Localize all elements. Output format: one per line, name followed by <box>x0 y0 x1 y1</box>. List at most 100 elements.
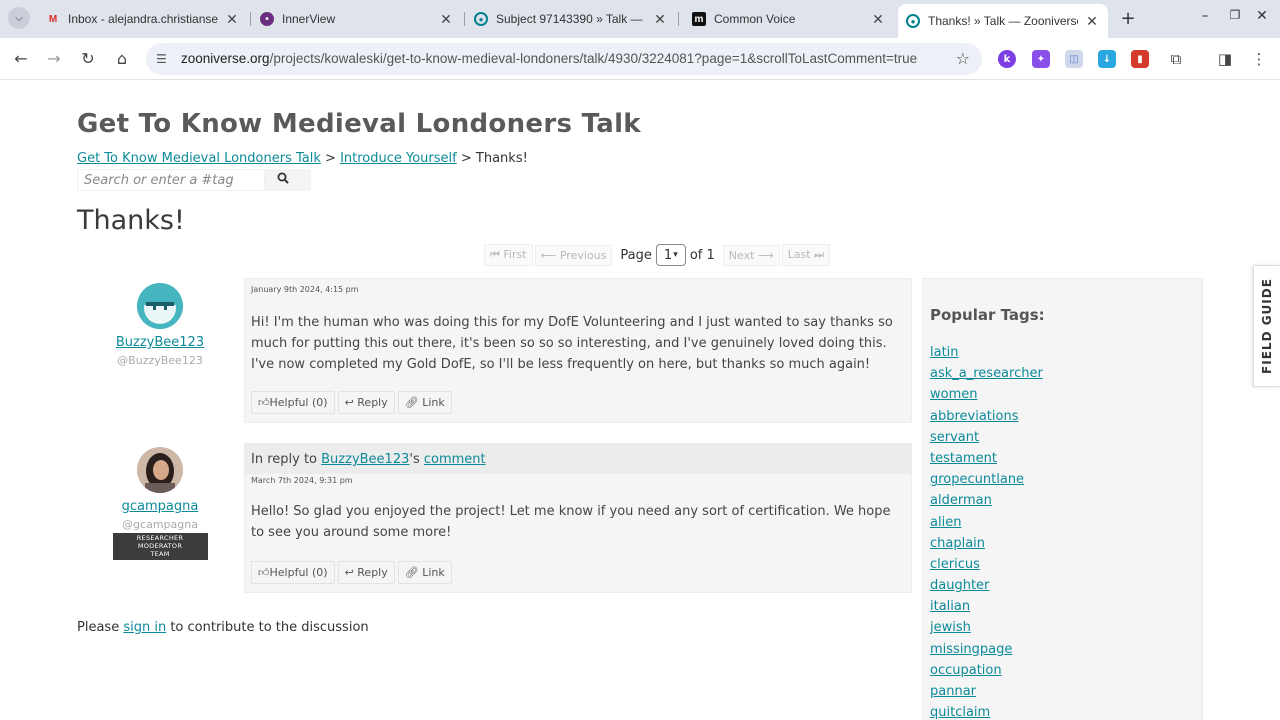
extension-book-icon[interactable]: ▮ <box>1131 50 1149 68</box>
list-item: gropecuntlane <box>930 472 1043 493</box>
avatar[interactable] <box>137 283 183 329</box>
popular-tags-title: Popular Tags: <box>930 306 1045 324</box>
list-item: testament <box>930 451 1043 472</box>
list-item: alderman <box>930 493 1043 514</box>
back-icon[interactable]: ← <box>10 48 32 70</box>
forward-icon[interactable]: → <box>43 48 65 70</box>
address-bar[interactable]: ☰ zooniverse.org/projects/kowaleski/get-… <box>146 43 982 75</box>
tag-link[interactable]: missingpage <box>930 642 1012 657</box>
tag-link[interactable]: quitclaim <box>930 705 990 720</box>
page-content: Get To Know Medieval Londoners Talk Get … <box>0 81 1280 720</box>
page-select[interactable]: 1 ▾ <box>655 244 686 266</box>
restore-icon[interactable]: ❐ <box>1225 8 1245 22</box>
tag-link[interactable]: ask_a_researcher <box>930 366 1043 381</box>
last-icon: ⏭ <box>814 248 825 261</box>
tag-link[interactable]: abbreviations <box>930 409 1018 424</box>
extensions-puzzle-icon[interactable]: ⧉ <box>1166 49 1186 69</box>
comment: In reply to BuzzyBee123's comment March … <box>244 443 912 593</box>
tab-innerview[interactable]: • InnerView ✕ <box>252 6 462 32</box>
list-item: chaplain <box>930 536 1043 557</box>
more-menu-icon[interactable]: ⋮ <box>1249 49 1269 69</box>
gmail-icon: M <box>48 13 58 25</box>
username-link[interactable]: BuzzyBee123 <box>75 335 245 350</box>
previous-page-button[interactable]: ⟵ Previous <box>534 244 613 266</box>
signin-prompt: Please sign in to contribute to the disc… <box>77 620 369 635</box>
tag-link[interactable]: clericus <box>930 557 980 572</box>
list-item: ask_a_researcher <box>930 366 1043 387</box>
list-item: alien <box>930 515 1043 536</box>
comment-body: Hello! So glad you enjoyed the project! … <box>251 504 891 540</box>
tab-thanks-active[interactable]: ● Thanks! » Talk — Zooniverse ✕ <box>898 4 1108 38</box>
list-item: women <box>930 387 1043 408</box>
reply-user-link[interactable]: BuzzyBee123 <box>321 452 409 467</box>
reply-button[interactable]: ↩ Reply <box>337 561 395 584</box>
tab-search-button[interactable]: ⌵ <box>8 7 30 29</box>
chevron-down-icon: ▾ <box>673 250 678 260</box>
common-voice-icon: m <box>692 12 706 26</box>
user-handle: @BuzzyBee123 <box>117 354 203 367</box>
breadcrumb-board-link[interactable]: Get To Know Medieval Londoners Talk <box>77 151 321 166</box>
extension-reader-icon[interactable]: ◫ <box>1065 50 1083 68</box>
field-guide-tab[interactable]: FIELD GUIDE <box>1253 265 1280 387</box>
comment-timestamp: March 7th 2024, 9:31 pm <box>251 476 353 485</box>
close-tab-icon[interactable]: ✕ <box>224 11 240 28</box>
last-page-button[interactable]: Last ⏭ <box>781 244 831 266</box>
minimize-icon[interactable]: – <box>1195 8 1215 24</box>
list-item: servant <box>930 430 1043 451</box>
tag-link[interactable]: chaplain <box>930 536 985 551</box>
first-page-button[interactable]: ⏮ First <box>484 244 533 266</box>
breadcrumb-sub-link[interactable]: Introduce Yourself <box>340 151 457 166</box>
bookmark-star-icon[interactable]: ☆ <box>956 49 970 68</box>
reply-context: In reply to BuzzyBee123's comment <box>245 444 911 474</box>
tag-link[interactable]: italian <box>930 599 970 614</box>
new-tab-button[interactable]: + <box>1118 8 1138 29</box>
reply-comment-link[interactable]: comment <box>424 452 486 467</box>
tag-link[interactable]: pannar <box>930 684 976 699</box>
comment: January 9th 2024, 4:15 pm Hi! I'm the hu… <box>244 278 912 423</box>
extension-puzzle-purple-icon[interactable]: ✦ <box>1032 50 1050 68</box>
link-button[interactable]: 🔗︎ Link <box>397 391 452 414</box>
site-info-icon[interactable]: ☰ <box>156 52 167 66</box>
close-tab-icon[interactable]: ✕ <box>652 11 668 28</box>
comment-timestamp: January 9th 2024, 4:15 pm <box>251 285 359 294</box>
extension-download-icon[interactable]: ↓ <box>1098 50 1116 68</box>
tag-link[interactable]: gropecuntlane <box>930 472 1024 487</box>
url-text[interactable]: zooniverse.org/projects/kowaleski/get-to… <box>181 51 917 66</box>
tag-link[interactable]: alderman <box>930 493 992 508</box>
tag-link[interactable]: testament <box>930 451 997 466</box>
reload-icon[interactable]: ↻ <box>77 48 99 70</box>
side-panel-icon[interactable]: ◨ <box>1215 49 1235 69</box>
tab-gmail[interactable]: M Inbox - alejandra.christiansen ✕ <box>38 6 248 32</box>
comment-body: Hi! I'm the human who was doing this for… <box>251 315 893 372</box>
close-tab-icon[interactable]: ✕ <box>1084 13 1100 30</box>
next-page-button[interactable]: Next ⟶ <box>722 244 780 266</box>
link-button[interactable]: 🔗︎ Link <box>397 561 452 584</box>
tab-common-voice[interactable]: m Common Voice ✕ <box>684 6 894 32</box>
reply-button[interactable]: ↩ Reply <box>337 391 395 414</box>
search-icon[interactable] <box>277 172 289 187</box>
close-tab-icon[interactable]: ✕ <box>438 11 454 28</box>
helpful-button[interactable]: 👍︎Helpful (0) <box>251 561 335 584</box>
list-item: abbreviations <box>930 409 1043 430</box>
list-item: missingpage <box>930 642 1043 663</box>
tag-link[interactable]: servant <box>930 430 979 445</box>
tag-link[interactable]: occupation <box>930 663 1002 678</box>
list-item: latin <box>930 345 1043 366</box>
tag-link[interactable]: alien <box>930 515 961 530</box>
close-tab-icon[interactable]: ✕ <box>870 11 886 28</box>
tab-subject[interactable]: ● Subject 97143390 » Talk — Zo ✕ <box>466 6 676 32</box>
breadcrumb-current: Thanks! <box>475 151 528 166</box>
sign-in-link[interactable]: sign in <box>123 620 166 635</box>
username-link[interactable]: gcampagna <box>75 499 245 514</box>
tag-search-input[interactable] <box>77 169 265 191</box>
tag-link[interactable]: jewish <box>930 620 971 635</box>
avatar[interactable] <box>137 447 183 493</box>
helpful-button[interactable]: 👍︎Helpful (0) <box>251 391 335 414</box>
tag-link[interactable]: women <box>930 387 978 402</box>
tag-link[interactable]: latin <box>930 345 959 360</box>
home-icon[interactable]: ⌂ <box>111 48 133 70</box>
close-window-icon[interactable]: ✕ <box>1252 8 1272 24</box>
first-icon: ⏮ <box>490 248 500 261</box>
tag-link[interactable]: daughter <box>930 578 989 593</box>
extension-k-icon[interactable]: k <box>998 50 1016 68</box>
